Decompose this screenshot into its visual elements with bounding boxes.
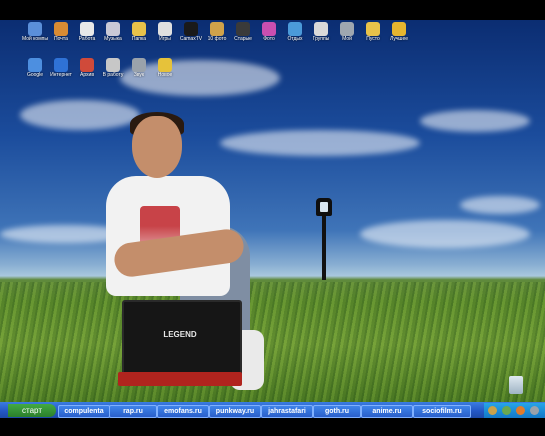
phone-icon: [106, 58, 120, 72]
game-icon: [158, 22, 172, 36]
desktop-icon[interactable]: Почта: [48, 22, 74, 42]
street-lamp-glass: [320, 202, 328, 212]
street-lamp-post: [322, 214, 326, 280]
desktop-icon[interactable]: Интернет: [48, 58, 74, 78]
desktop-icons: Мой компьютер Почта Работа Музыка Папка …: [0, 20, 545, 100]
desktop-icon[interactable]: Музыка: [100, 22, 126, 42]
taskbar-item[interactable]: compulenta: [58, 405, 110, 418]
desktop-icon-label: В работу: [102, 72, 124, 78]
laptop-logo: LEGEND: [163, 330, 197, 339]
tv-icon: [184, 22, 198, 36]
laptop-screen: [122, 300, 242, 380]
recycle-bin-icon[interactable]: [509, 376, 523, 394]
desktop-icon-label: Папка: [131, 36, 147, 42]
desktop-icon-label: Музыка: [104, 36, 122, 42]
desktop-icon-label: 10 фото: [207, 36, 227, 42]
desktop-icon-label: Лучшее: [389, 36, 408, 42]
photo-icon: [210, 22, 224, 36]
desktop-icon[interactable]: 10 фото: [204, 22, 230, 42]
globe-icon: [288, 22, 302, 36]
tray-network-icon[interactable]: [488, 406, 497, 415]
mail-icon: [54, 22, 68, 36]
taskbar-item[interactable]: emofans.ru: [157, 405, 209, 418]
desktop-icon[interactable]: Google: [22, 58, 48, 78]
star-folder-icon: [158, 58, 172, 72]
taskbar-item[interactable]: punkway.ru: [209, 405, 261, 418]
desktop-icon[interactable]: Группы: [308, 22, 334, 42]
music-icon: [106, 22, 120, 36]
desktop-icon-label: Пусто: [366, 36, 380, 42]
top-black-border: [0, 0, 545, 20]
desktop-icon-label: Google: [26, 72, 44, 78]
desktop-icon-label: CamaxTV: [179, 36, 203, 42]
desktop-icon[interactable]: Мой компьютер: [22, 22, 48, 42]
cloud: [360, 220, 530, 248]
desktop-icon[interactable]: Игры: [152, 22, 178, 42]
desktop-icon-label: Работа: [78, 36, 96, 42]
bottom-black-border: [0, 418, 545, 436]
desktop-icon[interactable]: Новое: [152, 58, 178, 78]
desktop-icon[interactable]: В работу: [100, 58, 126, 78]
desktop-icon-label: Игры: [159, 36, 171, 42]
browser-icon: [54, 58, 68, 72]
taskbar-item[interactable]: goth.ru: [313, 405, 361, 418]
desktop-icon[interactable]: Папка: [126, 22, 152, 42]
desktop-icon[interactable]: Фото: [256, 22, 282, 42]
desktop-icon[interactable]: Архив: [74, 58, 100, 78]
cd-icon: [314, 22, 328, 36]
chrome-icon: [28, 58, 42, 72]
computer-icon: [28, 22, 42, 36]
taskbar-item[interactable]: rap.ru: [109, 405, 157, 418]
presenter-head: [132, 116, 182, 178]
desktop-icon-label: Почта: [54, 36, 68, 42]
desktop-icon-label: Звук: [133, 72, 145, 78]
desktop-icon-label: Старые: [234, 36, 252, 42]
desktop-icon[interactable]: Работа: [74, 22, 100, 42]
media-icon: [392, 22, 406, 36]
speaker-icon: [132, 58, 146, 72]
film-icon: [236, 22, 250, 36]
taskbar-item[interactable]: sociofilm.ru: [413, 405, 471, 418]
tray-app-icon[interactable]: [516, 406, 525, 415]
taskbar-item[interactable]: anime.ru: [361, 405, 413, 418]
grass-field: [0, 282, 545, 402]
desktop-icon-label: Интернет: [50, 72, 72, 78]
desktop-icon-label: Новое: [157, 72, 173, 78]
desktop-icon[interactable]: Лучшее: [386, 22, 412, 42]
desktop-icon[interactable]: Звук: [126, 58, 152, 78]
laptop-base: [118, 372, 242, 386]
desktop-icon[interactable]: Отдых: [282, 22, 308, 42]
tools-icon: [340, 22, 354, 36]
image-icon: [262, 22, 276, 36]
desktop-icon-label: Группы: [312, 36, 330, 42]
desktop-icon[interactable]: CamaxTV: [178, 22, 204, 42]
folder-icon: [132, 22, 146, 36]
cloud: [460, 196, 540, 214]
taskbar-item[interactable]: jahrastafari: [261, 405, 313, 418]
desktop-icon-label: Архив: [79, 72, 94, 78]
desktop-icon[interactable]: Мой: [334, 22, 360, 42]
start-button[interactable]: старт: [8, 404, 56, 417]
desktop-icon-label: Фото: [263, 36, 275, 42]
desktop-icon-label: Мой: [342, 36, 352, 42]
tray-settings-icon[interactable]: [530, 406, 539, 415]
desktop-icon-label: Мой компьютер: [22, 36, 48, 42]
desktop-icon-label: Отдых: [287, 36, 303, 42]
document-icon: [80, 22, 94, 36]
desktop-icon[interactable]: Старые: [230, 22, 256, 42]
desktop-icon[interactable]: Пусто: [360, 22, 386, 42]
cloud: [420, 110, 530, 132]
archive-icon: [80, 58, 94, 72]
tray-volume-icon[interactable]: [502, 406, 511, 415]
folder-icon: [366, 22, 380, 36]
